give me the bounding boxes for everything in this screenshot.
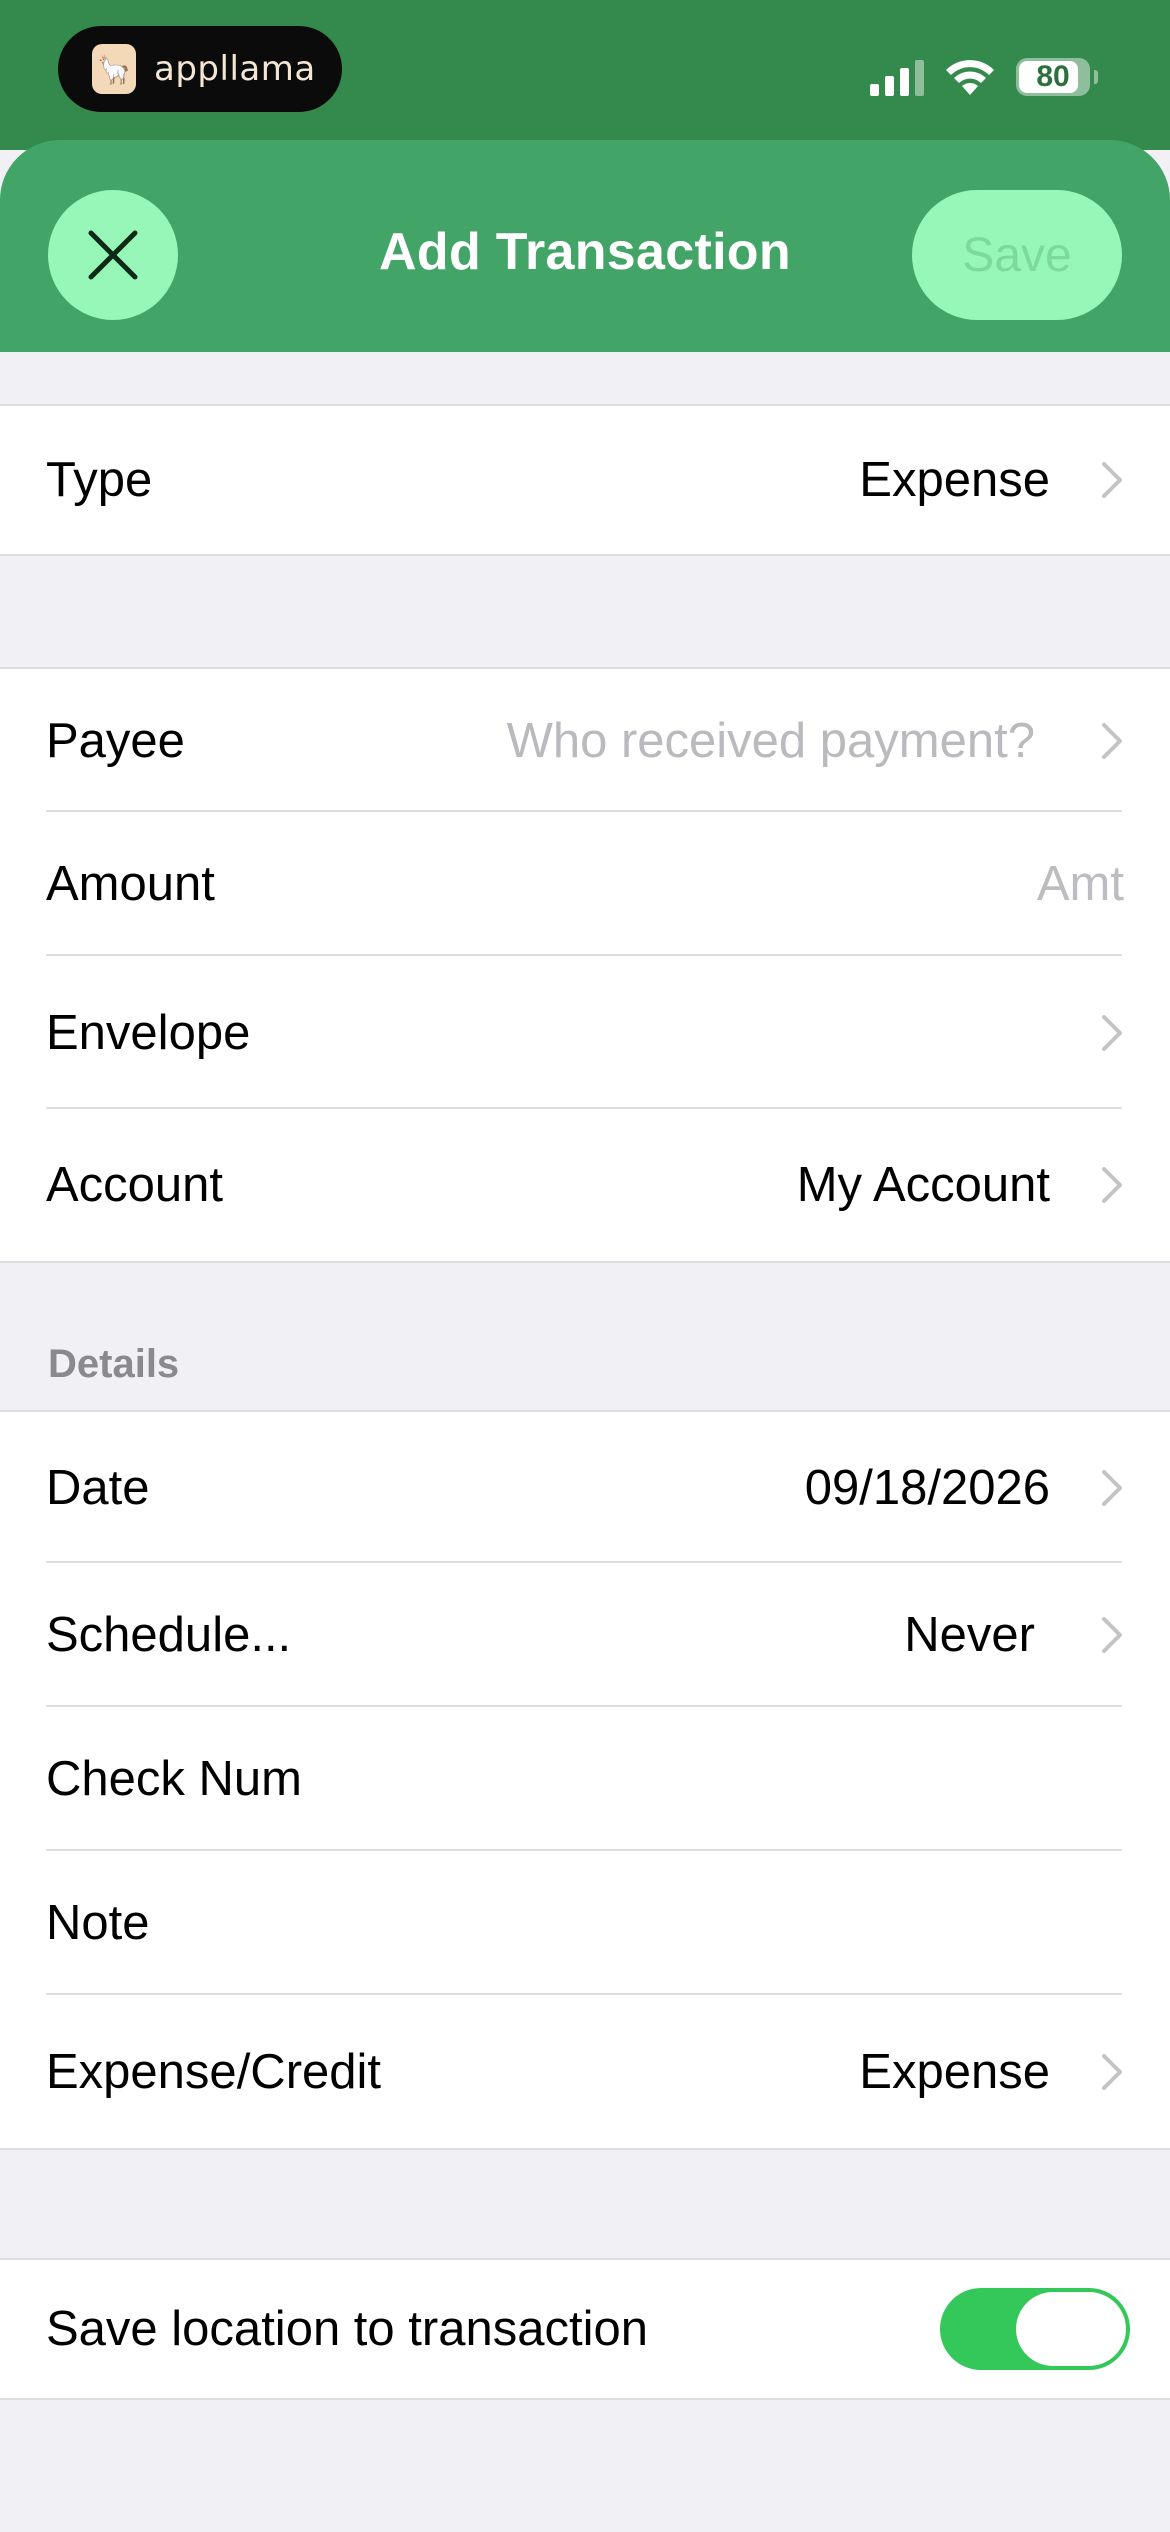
payee-row[interactable]: Payee Who received payment? [0,669,1170,812]
schedule-label: Schedule... [46,1608,292,1662]
note-row[interactable]: Note [0,1851,1170,1995]
amount-label: Amount [46,857,215,911]
app-pill-label: appllama [154,49,316,89]
llama-logo-icon: 🦙 [92,44,136,94]
location-section: Save location to transaction [0,2258,1170,2400]
chevron-right-icon [1102,1617,1122,1653]
app-pill[interactable]: 🦙 appllama [58,26,342,112]
check-num-label: Check Num [46,1752,302,1806]
details-section-header: Details [48,1342,180,1386]
date-row[interactable]: Date 09/18/2026 [0,1412,1170,1563]
type-section: Type Expense [0,404,1170,556]
expense-credit-row[interactable]: Expense/Credit Expense [0,1995,1170,2148]
status-icons: 80 [870,56,1098,98]
date-label: Date [46,1460,150,1515]
chevron-right-icon [1102,2053,1122,2090]
account-label: Account [46,1158,224,1212]
chevron-right-icon [1102,1014,1122,1051]
navigation-header: Add Transaction Save [0,140,1170,352]
chevron-right-icon [1102,462,1122,498]
save-location-toggle[interactable] [940,2288,1130,2370]
envelope-label: Envelope [46,1005,251,1060]
transaction-main-section: Payee Who received payment? Amount Amt E… [0,667,1170,1263]
battery-level: 80 [1036,60,1070,93]
check-num-row[interactable]: Check Num [0,1707,1170,1851]
toggle-knob [1016,2292,1126,2366]
date-value: 09/18/2026 [804,1460,1050,1515]
status-bar: 🦙 appllama 80 [0,0,1170,150]
schedule-row[interactable]: Schedule... Never [0,1563,1170,1707]
save-button[interactable]: Save [912,190,1122,320]
type-label: Type [46,453,153,507]
schedule-value: Never [904,1608,1035,1662]
expense-credit-label: Expense/Credit [46,2044,382,2099]
envelope-row[interactable]: Envelope [0,956,1170,1109]
details-section: Date 09/18/2026 Schedule... Never Check … [0,1410,1170,2150]
account-value: My Account [796,1158,1050,1212]
save-location-row: Save location to transaction [0,2260,1170,2398]
chevron-right-icon [1102,722,1122,759]
amount-field[interactable]: Amt [1037,856,1124,912]
payee-label: Payee [46,713,185,768]
wifi-icon [946,60,994,95]
chevron-right-icon [1102,1469,1122,1506]
payee-field[interactable]: Who received payment? [507,713,1035,769]
amount-row[interactable]: Amount Amt [0,812,1170,956]
save-location-label: Save location to transaction [46,2302,648,2356]
chevron-right-icon [1102,1167,1122,1203]
type-value: Expense [859,453,1050,507]
type-row[interactable]: Type Expense [0,406,1170,554]
expense-credit-value: Expense [859,2044,1050,2099]
battery-icon: 80 [1016,58,1098,96]
account-row[interactable]: Account My Account [0,1109,1170,1261]
note-label: Note [46,1896,150,1950]
cellular-signal-icon [870,58,924,96]
